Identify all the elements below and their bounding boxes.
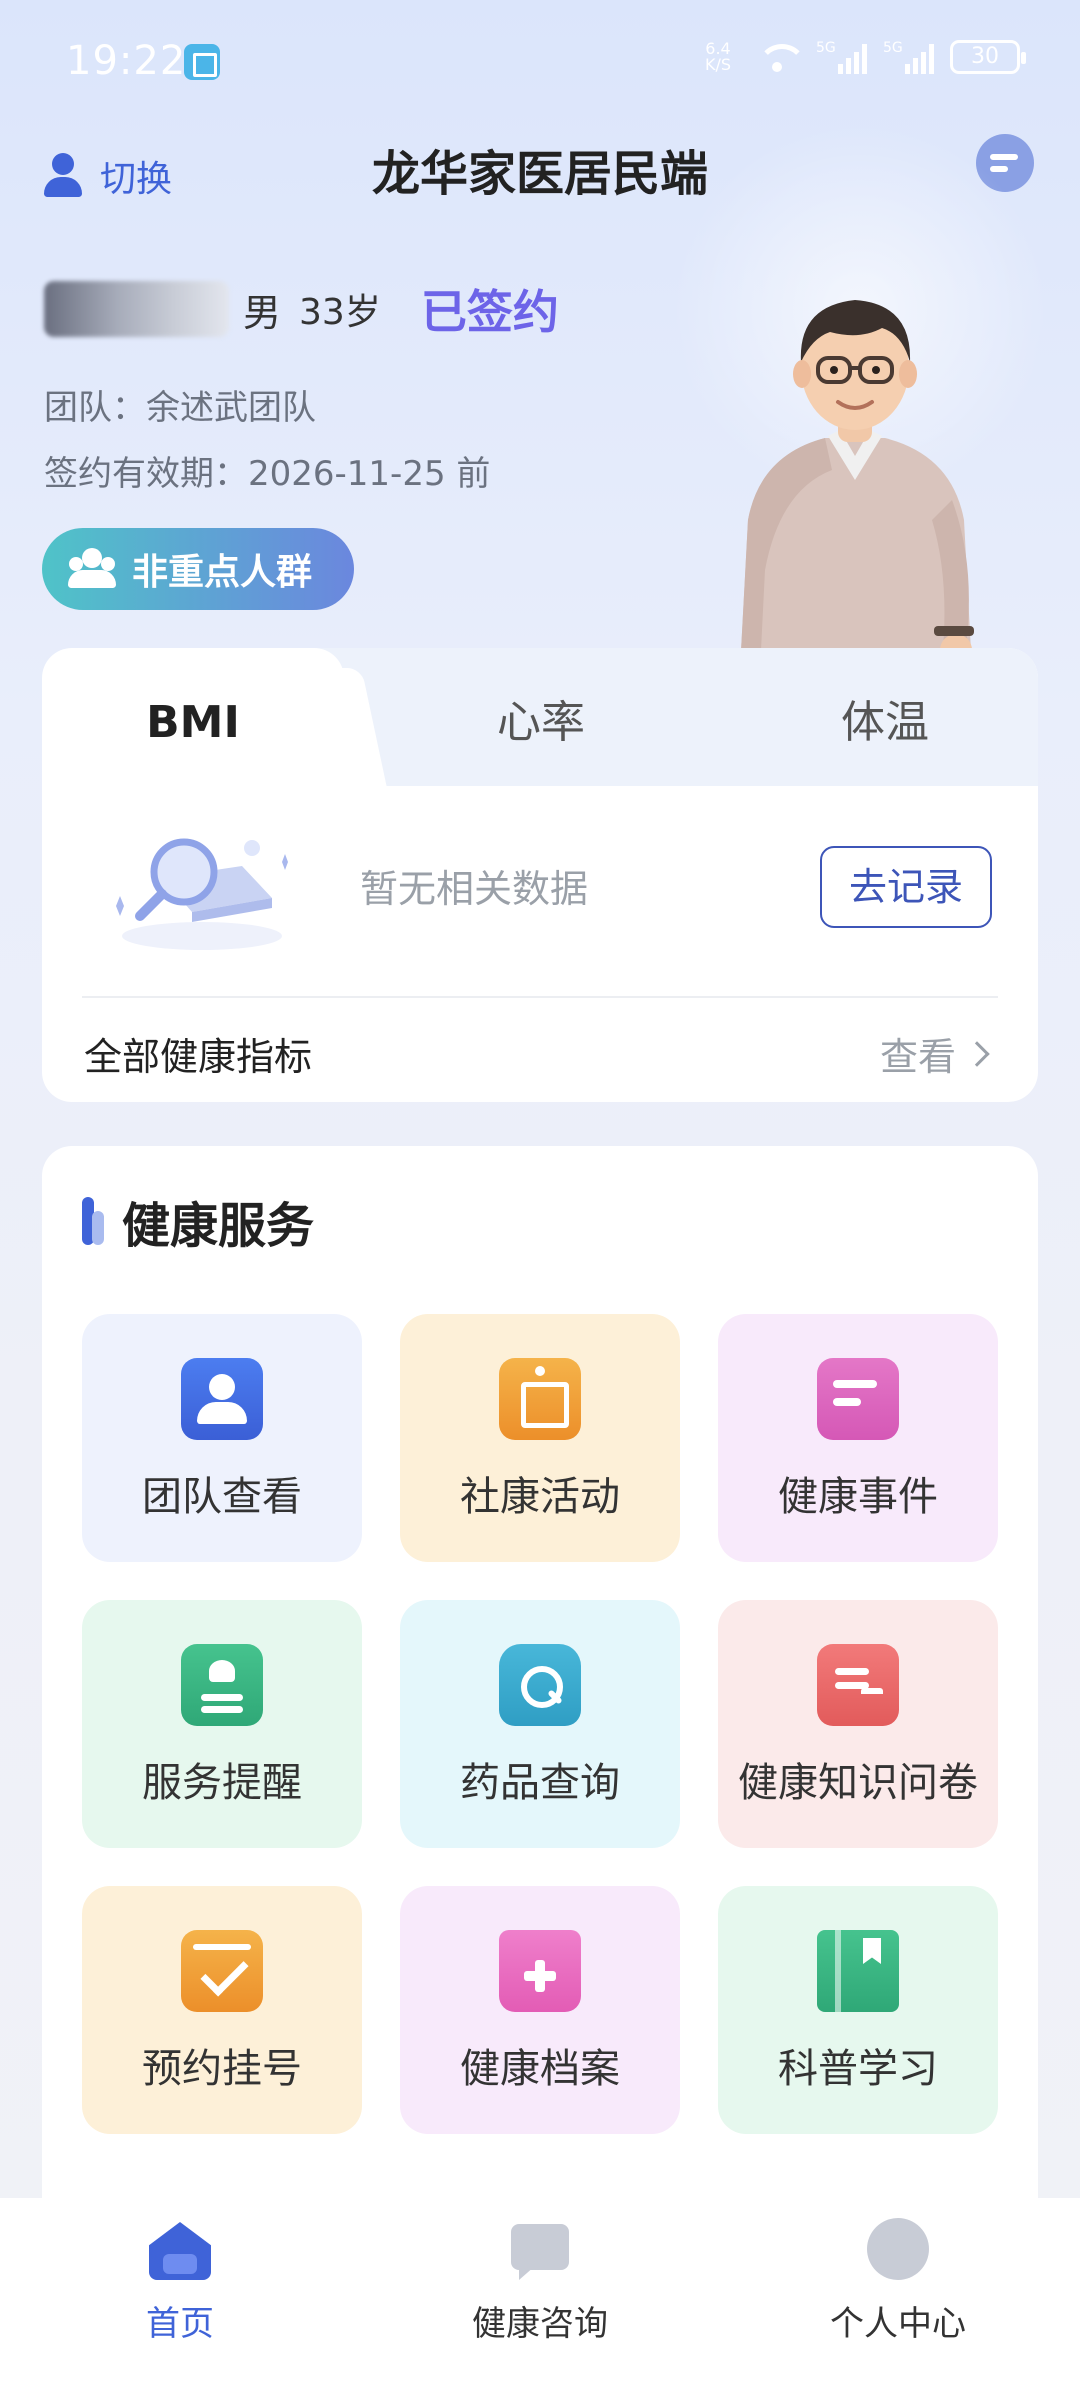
net-speed-unit: K/S (704, 55, 732, 74)
service-health-archive[interactable]: 健康档案 (400, 1886, 680, 2134)
activity-icon (499, 1358, 581, 1440)
age-text: 33岁 (299, 292, 381, 333)
view-all-metrics-link[interactable]: 查看 (879, 1026, 990, 1081)
empty-data-illustration (116, 838, 288, 950)
gender-text: 男 (243, 290, 282, 335)
chat-icon (509, 2218, 571, 2280)
service-community-activity[interactable]: 社康活动 (400, 1314, 680, 1562)
go-record-button[interactable]: 去记录 (820, 846, 992, 928)
nav-label: 健康咨询 (472, 2304, 608, 2344)
section-title: 健康服务 (122, 1198, 315, 1254)
battery-icon: 30 (950, 40, 1026, 74)
service-label: 健康知识问卷 (738, 1760, 978, 1806)
service-label: 药品查询 (460, 1760, 620, 1806)
health-services-card: 健康服务 团队查看 社康活动 健康事件 服务提醒 药品查询 健康知识问卷 预约挂… (42, 1146, 1038, 2246)
metric-tabs: BMI 心率 体温 (42, 648, 1038, 786)
group-tag-label: 非重点人群 (132, 552, 313, 593)
nav-consult[interactable]: 健康咨询 (420, 2218, 660, 2368)
sim2-label: 5G (883, 40, 903, 56)
health-metrics-card: BMI 心率 体温 暂无相关数据 去记录 全部健康指标 查看 (42, 648, 1038, 1102)
team-icon (181, 1358, 263, 1440)
tab-heart-rate[interactable]: 心率 (398, 648, 684, 786)
book-icon (817, 1930, 899, 2012)
view-label: 查看 (879, 1035, 956, 1079)
nav-label: 首页 (146, 2304, 214, 2344)
event-icon (817, 1358, 899, 1440)
service-label: 服务提醒 (142, 1760, 302, 1806)
service-label: 社康活动 (460, 1474, 620, 1520)
service-label: 健康档案 (460, 2046, 620, 2092)
service-reminder[interactable]: 服务提醒 (82, 1600, 362, 1848)
net-speed: 6.4 K/S (698, 41, 738, 73)
nav-profile[interactable]: 个人中心 (778, 2218, 1018, 2368)
nav-home[interactable]: 首页 (60, 2218, 300, 2368)
people-icon (64, 548, 120, 590)
status-indicators: 6.4 K/S 5G 5G 30 (698, 40, 1026, 74)
service-label: 预约挂号 (142, 2046, 302, 2092)
signal-icon: 5G (816, 40, 867, 74)
service-label: 团队查看 (142, 1474, 302, 1520)
reminder-icon (181, 1644, 263, 1726)
tab-bmi[interactable]: BMI (42, 648, 344, 786)
reader-app-icon (184, 44, 220, 80)
service-booking[interactable]: 预约挂号 (82, 1886, 362, 2134)
sim1-label: 5G (816, 40, 836, 56)
bottom-nav: 首页 健康咨询 个人中心 (0, 2198, 1080, 2382)
doctor-avatar-illustration (740, 300, 974, 670)
service-label: 健康事件 (778, 1474, 938, 1520)
service-drug-search[interactable]: 药品查询 (400, 1600, 680, 1848)
home-icon (149, 2218, 211, 2280)
tab-temperature[interactable]: 体温 (742, 648, 1028, 786)
service-health-event[interactable]: 健康事件 (718, 1314, 998, 1562)
chevron-right-icon (964, 1040, 990, 1067)
clipboard-icon (817, 1644, 899, 1726)
profile-icon (867, 2218, 929, 2280)
group-tag-badge[interactable]: 非重点人群 (42, 528, 354, 610)
wifi-icon (754, 40, 807, 74)
team-text: 团队：余述武团队 (44, 388, 316, 428)
divider (82, 996, 998, 998)
service-science-study[interactable]: 科普学习 (718, 1886, 998, 2134)
status-bar: 19:22 6.4 K/S 5G 5G 30 (0, 0, 1080, 120)
blurred-user-name (44, 281, 229, 337)
service-team[interactable]: 团队查看 (82, 1314, 362, 1562)
status-time: 19:22 (66, 38, 187, 84)
validity-text: 签约有效期：2026-11-25 前 (44, 454, 491, 494)
folder-plus-icon (499, 1930, 581, 2012)
sign-status: 已签约 (420, 285, 559, 339)
service-label: 科普学习 (778, 2046, 938, 2092)
profile-name-row: 男 33岁 已签约 (44, 276, 559, 342)
signal-icon: 5G (883, 40, 934, 74)
all-metrics-label: 全部健康指标 (84, 1035, 313, 1079)
drug-search-icon (499, 1644, 581, 1726)
section-marker-icon (82, 1197, 108, 1245)
section-header: 健康服务 (82, 1186, 314, 1256)
service-health-quiz[interactable]: 健康知识问卷 (718, 1600, 998, 1848)
nav-label: 个人中心 (830, 2304, 966, 2344)
calendar-check-icon (181, 1930, 263, 2012)
empty-data-text: 暂无相关数据 (360, 867, 589, 911)
